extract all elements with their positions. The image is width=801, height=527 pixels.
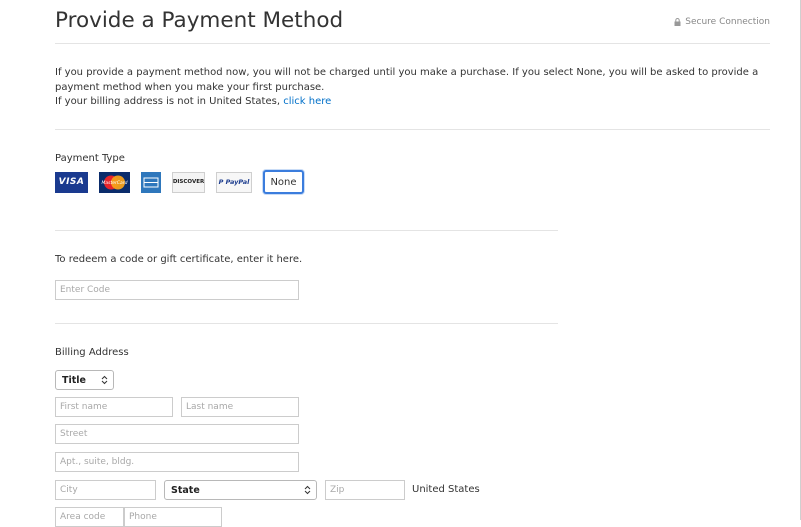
state-select[interactable]: State xyxy=(164,480,317,500)
secure-connection: Secure Connection xyxy=(674,17,770,27)
updown-chevron-icon xyxy=(101,375,108,385)
title-select[interactable]: Title xyxy=(55,370,114,390)
amex-logo-icon xyxy=(141,171,161,193)
updown-chevron-icon xyxy=(304,485,311,495)
intro-text: If you provide a payment method now, you… xyxy=(55,66,765,110)
intro-line-2-text: If your billing address is not in United… xyxy=(55,96,284,107)
first-name-input[interactable] xyxy=(55,397,173,417)
redeem-label: To redeem a code or gift certificate, en… xyxy=(55,254,303,265)
click-here-link[interactable]: click here xyxy=(283,96,331,107)
page-title: Provide a Payment Method xyxy=(55,8,344,33)
lock-icon xyxy=(674,18,681,26)
mastercard-card-option[interactable]: MasterCard xyxy=(99,171,130,193)
city-input[interactable] xyxy=(55,480,156,500)
apt-suite-input[interactable] xyxy=(55,452,299,472)
payment-divider xyxy=(55,230,558,231)
paypal-card-option[interactable]: P PayPal xyxy=(216,171,252,193)
state-select-value: State xyxy=(171,484,200,496)
secure-connection-label: Secure Connection xyxy=(685,17,770,27)
amex-card-option[interactable] xyxy=(141,171,161,193)
title-select-value: Title xyxy=(62,374,86,386)
none-payment-option[interactable]: None xyxy=(263,170,304,194)
intro-line-1: If you provide a payment method now, you… xyxy=(55,67,759,93)
phone-input[interactable] xyxy=(124,507,222,527)
zip-input[interactable] xyxy=(325,480,405,500)
last-name-input[interactable] xyxy=(181,397,299,417)
mastercard-label: MasterCard xyxy=(102,180,128,186)
mastercard-logo-icon: MasterCard xyxy=(102,175,128,189)
billing-address-label: Billing Address xyxy=(55,347,129,358)
header-divider xyxy=(55,43,770,44)
payment-type-options: VISA MasterCard DISCOVER P PayPal None xyxy=(55,170,315,194)
area-code-input[interactable] xyxy=(55,507,124,527)
visa-card-option[interactable]: VISA xyxy=(55,171,88,193)
redeem-divider xyxy=(55,323,558,324)
payment-type-label: Payment Type xyxy=(55,153,125,164)
discover-card-option[interactable]: DISCOVER xyxy=(172,171,205,193)
country-label: United States xyxy=(412,484,480,495)
street-input[interactable] xyxy=(55,424,299,444)
intro-line-2: If your billing address is not in United… xyxy=(55,95,765,110)
enter-code-input[interactable] xyxy=(55,280,299,300)
intro-divider xyxy=(55,129,770,130)
